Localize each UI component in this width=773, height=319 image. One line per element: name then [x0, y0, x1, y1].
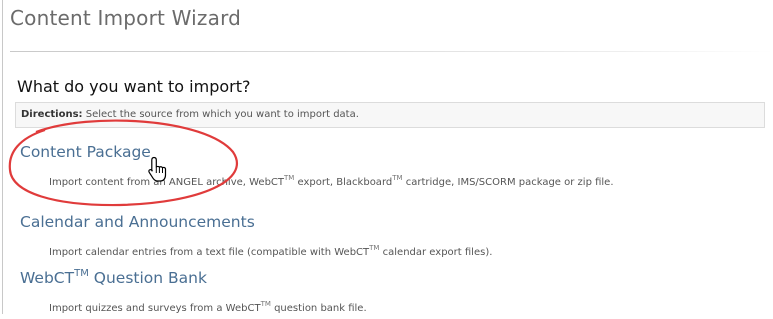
- trademark-mark: TM: [392, 174, 403, 182]
- calendar-announcements-description: Import calendar entries from a text file…: [49, 244, 493, 258]
- option-content-package: Content Package Import content from an A…: [20, 143, 769, 193]
- trademark-mark: TM: [284, 174, 295, 182]
- directions-box: Directions: Select the source from which…: [15, 102, 765, 128]
- trademark-mark: TM: [369, 244, 380, 252]
- page-title: Content Import Wizard: [10, 6, 242, 30]
- option-calendar-announcements: Calendar and Announcements Import calend…: [20, 213, 769, 263]
- webct-question-bank-description: Import quizzes and surveys from a WebCTT…: [49, 300, 367, 314]
- left-border: [2, 0, 3, 314]
- trademark-mark: TM: [74, 268, 89, 279]
- content-package-link[interactable]: Content Package: [20, 143, 769, 161]
- directions-text: Select the source from which you want to…: [85, 109, 359, 120]
- option-webct-question-bank: WebCTTM Question Bank Import quizzes and…: [20, 268, 769, 319]
- title-divider: [10, 51, 773, 52]
- directions-label: Directions:: [21, 109, 83, 120]
- hand-pointer-icon: [148, 156, 167, 182]
- trademark-mark: TM: [260, 300, 271, 308]
- calendar-announcements-link[interactable]: Calendar and Announcements: [20, 213, 769, 231]
- webct-question-bank-link[interactable]: WebCTTM Question Bank: [20, 268, 769, 287]
- section-heading: What do you want to import?: [17, 77, 251, 96]
